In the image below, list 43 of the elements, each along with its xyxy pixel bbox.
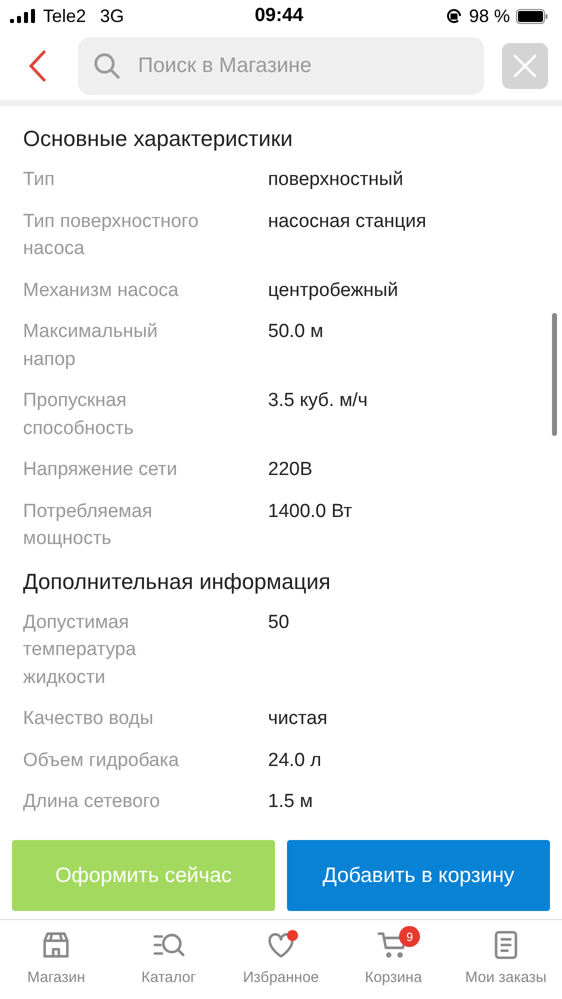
spec-label: Пропускная способность <box>23 389 135 440</box>
tab-bar-item[interactable]: Мои заказы <box>450 920 562 999</box>
spec-value: 220В <box>268 458 314 482</box>
section-title: Дополнительная информация <box>23 568 332 596</box>
spec-label: Максимальный напор <box>23 320 159 372</box>
spec-value: 50 <box>268 610 290 634</box>
count-badge: 9 <box>399 926 420 947</box>
battery-icon <box>516 8 548 24</box>
signal-icon <box>10 9 35 23</box>
chevron-left-icon <box>28 50 46 82</box>
spec-value: 50.0 м <box>268 320 324 344</box>
spec-label: Допустимая температура жидкости <box>23 610 138 690</box>
battery-percent: 98 % <box>468 6 510 26</box>
spec-value: 24.0 л <box>268 748 322 772</box>
tab-bar-item[interactable]: Избранное <box>224 920 338 999</box>
spec-value: чистая <box>268 707 328 731</box>
spec-label: Качество воды <box>23 707 154 731</box>
spec-label: Тип поверхностного насоса <box>23 210 200 261</box>
spec-value: насосная станция <box>268 210 428 234</box>
spec-value: 3.5 куб. м/ч <box>268 389 369 413</box>
spec-label: Объем гидробака <box>23 748 180 772</box>
spec-label: Длина сетевого <box>23 790 161 814</box>
carrier-text: Tele2 <box>43 6 86 26</box>
search-input[interactable]: Поиск в Магазине <box>136 53 470 79</box>
tab-bar-item[interactable]: Корзина 9 <box>337 920 450 999</box>
add-to-cart-button[interactable]: Добавить в корзину <box>287 840 550 911</box>
spec-label: Потребляемая мощность <box>23 500 154 551</box>
spec-value: 1400.0 Вт <box>268 500 354 524</box>
rotation-lock-icon <box>444 7 463 25</box>
tab-bar-item[interactable]: Магазин <box>0 920 112 999</box>
spec-label: Механизм насоса <box>23 278 180 302</box>
search-field[interactable]: Поиск в Магазине <box>78 37 484 95</box>
spec-value: центробежный <box>268 278 400 302</box>
network-text: 3G <box>100 6 124 26</box>
spec-value: 1.5 м <box>268 790 314 814</box>
close-icon <box>513 54 537 78</box>
clock-text: 09:44 <box>254 5 304 27</box>
tab-bar-item[interactable]: Каталог <box>112 920 225 999</box>
spec-label: Тип <box>23 168 56 192</box>
search-icon <box>92 51 122 81</box>
spec-value: поверхностный <box>268 168 404 192</box>
section-title: Основные характеристики <box>23 125 294 153</box>
spec-label: Напряжение сети <box>23 458 178 482</box>
